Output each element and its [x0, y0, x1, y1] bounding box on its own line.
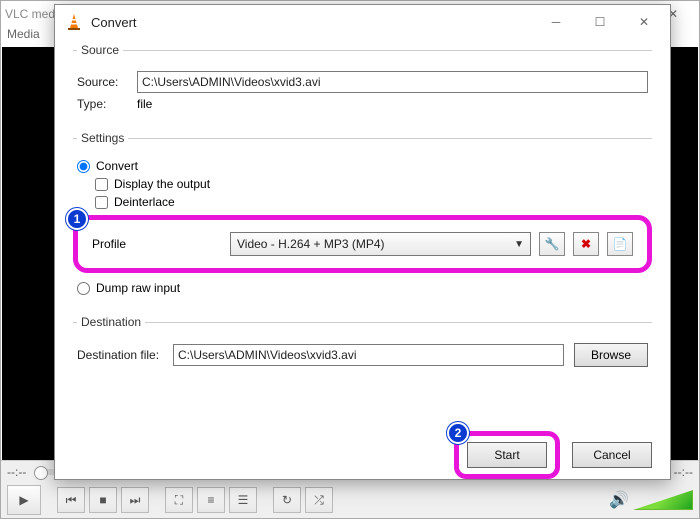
- vlc-cone-icon: [65, 13, 83, 31]
- dump-raw-radio[interactable]: Dump raw input: [77, 281, 648, 295]
- annotation-step-2: 2: [447, 422, 469, 444]
- stop-button[interactable]: ■: [89, 487, 117, 513]
- convert-dialog: Convert ─ ☐ ✕ Source Source: Type: file …: [54, 4, 671, 480]
- profile-select[interactable]: Video - H.264 + MP3 (MP4) ▼: [230, 232, 531, 256]
- play-button[interactable]: ▶: [7, 485, 41, 515]
- settings-legend: Settings: [77, 131, 128, 145]
- destination-input[interactable]: [173, 344, 564, 366]
- dialog-minimize-button[interactable]: ─: [534, 9, 578, 35]
- source-legend: Source: [77, 43, 123, 57]
- dialog-close-button[interactable]: ✕: [622, 9, 666, 35]
- ext-settings-button[interactable]: ≡: [197, 487, 225, 513]
- settings-group: Settings Convert Display the output Dein…: [73, 131, 652, 305]
- loop-button[interactable]: ↻: [273, 487, 301, 513]
- dialog-footer: 2 Start Cancel: [55, 431, 670, 479]
- wrench-icon: 🔧: [545, 237, 560, 251]
- display-output-checkbox-input[interactable]: [95, 178, 108, 191]
- dump-raw-radio-input[interactable]: [77, 282, 90, 295]
- browse-button[interactable]: Browse: [574, 343, 648, 367]
- destination-label: Destination file:: [77, 348, 173, 362]
- type-label: Type:: [77, 97, 137, 111]
- volume-slider[interactable]: [633, 490, 693, 510]
- start-button[interactable]: Start: [467, 442, 547, 468]
- profile-highlight: 1 Profile Video - H.264 + MP3 (MP4) ▼ 🔧 …: [73, 215, 652, 273]
- source-label: Source:: [77, 75, 137, 89]
- dialog-title: Convert: [91, 15, 137, 30]
- new-profile-button[interactable]: 📄: [607, 232, 633, 256]
- deinterlace-checkbox[interactable]: Deinterlace: [95, 195, 648, 209]
- source-group: Source Source: Type: file: [73, 43, 652, 121]
- next-button[interactable]: ⏭: [121, 487, 149, 513]
- delete-x-icon: ✖: [581, 237, 591, 251]
- new-doc-icon: 📄: [613, 237, 628, 251]
- convert-radio-label: Convert: [96, 159, 138, 173]
- display-output-label: Display the output: [114, 177, 210, 191]
- cancel-button[interactable]: Cancel: [572, 442, 652, 468]
- destination-legend: Destination: [77, 315, 145, 329]
- deinterlace-label: Deinterlace: [114, 195, 175, 209]
- delete-profile-button[interactable]: ✖: [573, 232, 599, 256]
- profile-label: Profile: [92, 237, 222, 251]
- source-input[interactable]: [137, 71, 648, 93]
- dialog-maximize-button[interactable]: ☐: [578, 9, 622, 35]
- convert-radio[interactable]: Convert: [77, 159, 648, 173]
- dialog-titlebar: Convert ─ ☐ ✕: [55, 5, 670, 39]
- prev-button[interactable]: ⏮: [57, 487, 85, 513]
- deinterlace-checkbox-input[interactable]: [95, 196, 108, 209]
- profile-select-value: Video - H.264 + MP3 (MP4): [237, 237, 385, 251]
- time-total: --:--: [674, 465, 693, 479]
- dump-raw-label: Dump raw input: [96, 281, 180, 295]
- edit-profile-button[interactable]: 🔧: [539, 232, 565, 256]
- speaker-icon[interactable]: 🔊: [609, 490, 629, 510]
- time-elapsed: --:--: [7, 465, 26, 479]
- display-output-checkbox[interactable]: Display the output: [95, 177, 648, 191]
- convert-radio-input[interactable]: [77, 160, 90, 173]
- chevron-down-icon: ▼: [514, 239, 524, 250]
- playlist-button[interactable]: ☰: [229, 487, 257, 513]
- type-value: file: [137, 97, 152, 111]
- start-highlight: 2 Start: [454, 431, 560, 479]
- shuffle-button[interactable]: ⤮: [305, 487, 333, 513]
- destination-group: Destination Destination file: Browse: [73, 315, 652, 377]
- fullscreen-button[interactable]: ⛶: [165, 487, 193, 513]
